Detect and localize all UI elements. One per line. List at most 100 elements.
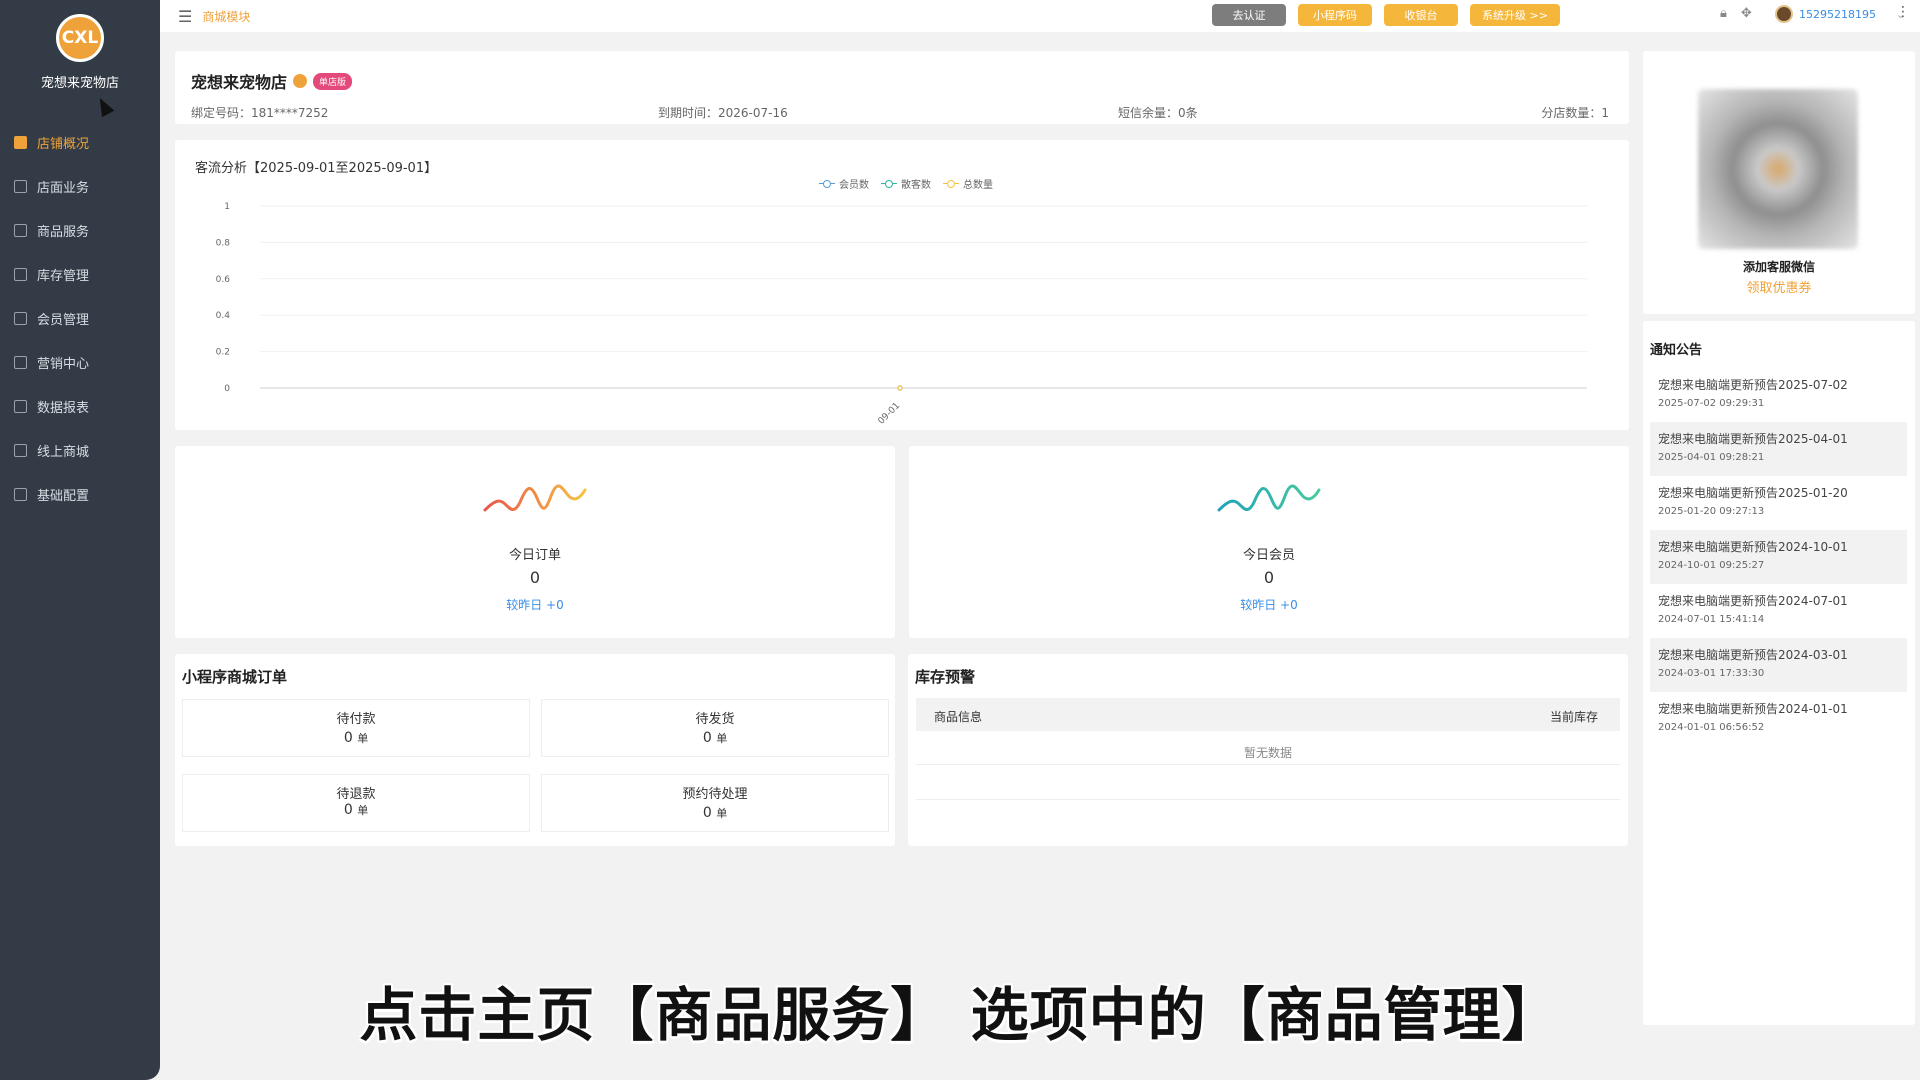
cart-icon bbox=[14, 179, 27, 193]
notice-item-date: 2024-01-01 06:56:52 bbox=[1658, 722, 1765, 733]
sidebar-item-online-mall[interactable]: 线上商城 bbox=[0, 428, 160, 472]
notice-item[interactable]: 宠想来电脑端更新预告2024-07-01 2024-07-01 15:41:14 bbox=[1650, 584, 1907, 638]
sidebar-item-goods-service[interactable]: 商品服务 bbox=[0, 208, 160, 252]
sidebar: CXL 宠想来宠物店 店铺概况 店面业务 商品服务 库存管理 会员管理 营销中心… bbox=[0, 0, 160, 1080]
pending-payment-box[interactable]: 待付款 0 单 bbox=[182, 699, 530, 757]
notice-item-date: 2024-10-01 09:25:27 bbox=[1658, 560, 1765, 571]
notice-item-title: 宠想来电脑端更新预告2025-01-20 bbox=[1658, 486, 1848, 500]
y-tick-label: 0 bbox=[224, 384, 230, 394]
today-orders-value: 0 bbox=[529, 568, 541, 587]
miniprogram-code-button[interactable]: 小程序码 bbox=[1298, 4, 1372, 26]
stock-warning-title: 库存预警 bbox=[915, 668, 976, 686]
data-point bbox=[897, 385, 903, 391]
stock-empty-text: 暂无数据 bbox=[1243, 746, 1292, 760]
notice-item[interactable]: 宠想来电脑端更新预告2024-10-01 2024-10-01 09:25:27 bbox=[1650, 530, 1907, 584]
orders-wave-icon bbox=[483, 484, 587, 512]
notice-item-date: 2024-07-01 15:41:14 bbox=[1658, 614, 1765, 625]
order-box-label: 待发货 bbox=[695, 712, 735, 727]
sidebar-item-reports[interactable]: 数据报表 bbox=[0, 384, 160, 428]
notice-item-title: 宠想来电脑端更新预告2025-07-02 bbox=[1658, 378, 1848, 392]
lock-icon[interactable]: 🔒︎ bbox=[1720, 6, 1727, 21]
edition-badge: 单店版 bbox=[313, 72, 353, 90]
store-icon bbox=[14, 135, 27, 149]
y-tick-label: 0.2 bbox=[216, 348, 230, 358]
shop-logo[interactable]: CXL bbox=[56, 14, 104, 62]
fullscreen-icon[interactable]: ✥ bbox=[1741, 6, 1752, 21]
order-box-label: 待付款 bbox=[336, 712, 376, 727]
order-box-value: 0 bbox=[702, 730, 712, 746]
order-box-value: 0 bbox=[343, 802, 353, 818]
user-menu[interactable]: 15295218195 ⌄ bbox=[1775, 5, 1905, 23]
marketing-icon bbox=[14, 355, 27, 369]
y-tick-label: 1 bbox=[224, 202, 230, 212]
notice-item[interactable]: 宠想来电脑端更新预告2025-01-20 2025-01-20 09:27:13 bbox=[1650, 476, 1907, 530]
top-icons: 🔒︎ ✥ bbox=[1720, 6, 1752, 21]
mini-orders-title: 小程序商城订单 bbox=[182, 668, 288, 686]
col-current-stock: 当前库存 bbox=[1549, 710, 1598, 724]
sidebar-item-label: 库存管理 bbox=[37, 268, 90, 284]
sidebar-item-marketing[interactable]: 营销中心 bbox=[0, 340, 160, 384]
sidebar-item-label: 数据报表 bbox=[37, 400, 90, 416]
sidebar-item-label: 营销中心 bbox=[37, 356, 90, 372]
sidebar-item-label: 店面业务 bbox=[37, 180, 90, 196]
menu-toggle-icon[interactable]: ☰ bbox=[178, 7, 192, 26]
notice-title: 通知公告 bbox=[1650, 343, 1703, 358]
order-box-unit: 单 bbox=[716, 807, 728, 820]
video-caption: 点击主页【商品服务】 选项中的【商品管理】 bbox=[359, 981, 1561, 1049]
sidebar-item-inventory[interactable]: 库存管理 bbox=[0, 252, 160, 296]
system-upgrade-button[interactable]: 系统升级 >> bbox=[1470, 4, 1560, 26]
medal-icon bbox=[293, 74, 308, 88]
branch-count: 分店数量：1 bbox=[1541, 106, 1609, 120]
brand: CXL 宠想来宠物店 bbox=[0, 0, 160, 120]
mini-orders-card: 小程序商城订单 待付款 0 单 待发货 0 单 待退款 0 单 预约待处理 0 … bbox=[175, 654, 895, 846]
order-box-unit: 单 bbox=[716, 732, 728, 745]
sidebar-item-label: 店铺概况 bbox=[37, 136, 90, 152]
sidebar-item-store-business[interactable]: 店面业务 bbox=[0, 164, 160, 208]
pending-appointment-box[interactable]: 预约待处理 0 单 bbox=[541, 774, 889, 832]
expire-date: 到期时间：2026-07-16 bbox=[658, 106, 788, 120]
notice-item[interactable]: 宠想来电脑端更新预告2024-03-01 2024-03-01 17:33:30 bbox=[1650, 638, 1907, 692]
notice-item-title: 宠想来电脑端更新预告2024-07-01 bbox=[1658, 594, 1848, 608]
notice-item[interactable]: 宠想来电脑端更新预告2024-01-01 2024-01-01 06:56:52 bbox=[1650, 692, 1907, 746]
notice-card: 通知公告 宠想来电脑端更新预告2025-07-02 2025-07-02 09:2… bbox=[1643, 321, 1915, 1025]
pending-shipment-box[interactable]: 待发货 0 单 bbox=[541, 699, 889, 757]
more-options-icon[interactable]: ⋮ bbox=[1896, 4, 1910, 20]
top-bar: ☰ 商城模块 bbox=[160, 0, 1920, 32]
verify-button[interactable]: 去认证 bbox=[1212, 4, 1286, 26]
notice-item-date: 2025-04-01 09:28:21 bbox=[1658, 452, 1765, 463]
order-box-unit: 单 bbox=[357, 732, 369, 745]
breadcrumb[interactable]: 商城模块 bbox=[202, 8, 250, 25]
sidebar-item-members[interactable]: 会员管理 bbox=[0, 296, 160, 340]
order-box-value: 0 bbox=[343, 730, 353, 746]
divider bbox=[916, 799, 1620, 800]
notice-item-date: 2025-07-02 09:29:31 bbox=[1658, 398, 1765, 409]
order-box-unit: 单 bbox=[357, 804, 369, 817]
shop-info-card: 宠想来宠物店 单店版 绑定号码：181****7252 到期时间：2026-07… bbox=[175, 51, 1629, 124]
notice-item[interactable]: 宠想来电脑端更新预告2025-04-01 2025-04-01 09:28:21 bbox=[1650, 422, 1907, 476]
sidebar-item-label: 线上商城 bbox=[37, 444, 90, 460]
cashier-button[interactable]: 收银台 bbox=[1384, 4, 1458, 26]
customer-service-card: 添加客服微信 领取优惠券 bbox=[1643, 51, 1915, 314]
mall-icon bbox=[14, 443, 27, 457]
notice-item[interactable]: 宠想来电脑端更新预告2025-07-02 2025-07-02 09:29:31 bbox=[1650, 368, 1907, 422]
traffic-chart-card: 客流分析【2025-09-01至2025-09-01】 会员数 散客数 总数量 … bbox=[175, 140, 1629, 430]
shop-title: 宠想来宠物店 单店版 bbox=[191, 69, 353, 93]
sidebar-item-label: 基础配置 bbox=[37, 488, 90, 504]
claim-coupon-link[interactable]: 领取优惠券 bbox=[1643, 277, 1915, 296]
sidebar-item-label: 商品服务 bbox=[37, 224, 90, 240]
col-product-info: 商品信息 bbox=[934, 710, 983, 724]
sidebar-item-settings[interactable]: 基础配置 bbox=[0, 472, 160, 516]
notice-list: 宠想来电脑端更新预告2025-07-02 2025-07-02 09:29:31 … bbox=[1650, 368, 1907, 746]
today-orders-label: 今日订单 bbox=[508, 548, 561, 563]
top-buttons: 去认证 小程序码 收银台 系统升级 >> bbox=[1212, 4, 1560, 26]
order-box-value: 0 bbox=[702, 805, 712, 821]
notice-item-title: 宠想来电脑端更新预告2024-01-01 bbox=[1658, 702, 1848, 716]
goods-icon bbox=[14, 223, 27, 237]
sms-balance: 短信余量：0条 bbox=[1118, 106, 1198, 120]
members-wave-icon bbox=[1217, 484, 1321, 512]
today-orders-card: 今日订单 0 较昨日 +0 bbox=[175, 446, 895, 638]
notice-item-title: 宠想来电脑端更新预告2024-10-01 bbox=[1658, 540, 1848, 554]
pending-refund-box[interactable]: 待退款 0 单 bbox=[182, 774, 530, 832]
wechat-qr-code bbox=[1698, 89, 1858, 249]
sidebar-item-overview[interactable]: 店铺概况 bbox=[0, 120, 160, 164]
